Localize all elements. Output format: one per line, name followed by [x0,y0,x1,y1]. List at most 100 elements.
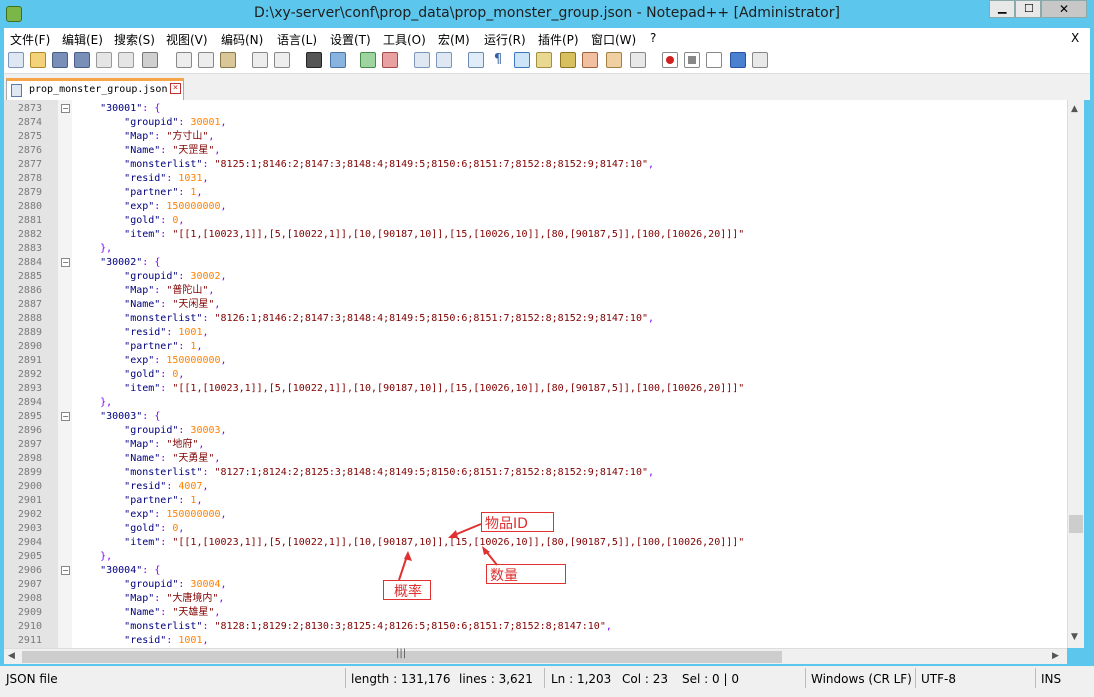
sync-horizontal-icon[interactable] [436,52,452,68]
code-line[interactable]: "resid": 1031, [76,172,208,186]
vertical-scroll-thumb[interactable] [1069,515,1083,533]
code-line[interactable]: "monsterlist": "8126:1;8146:2;8147:3;814… [76,312,654,326]
scroll-right-arrow[interactable]: ▶ [1052,651,1059,661]
minimize-button[interactable]: ▁ [989,0,1015,18]
run-macro-multiple-icon[interactable] [730,52,746,68]
scroll-up-arrow[interactable]: ▲ [1071,104,1078,114]
code-line[interactable]: "item": "[[1,[10023,1]],[5,[10022,1]],[1… [76,382,744,396]
code-line[interactable]: "groupid": 30003, [76,424,226,438]
code-line[interactable]: }, [76,242,112,256]
code-line[interactable]: "item": "[[1,[10023,1]],[5,[10022,1]],[1… [76,228,744,242]
menu-help[interactable]: ? [650,31,656,45]
paste-icon[interactable] [220,52,236,68]
code-line[interactable]: "groupid": 30002, [76,270,226,284]
code-line[interactable]: "Map": "大唐境内", [76,592,224,606]
code-line[interactable]: "Map": "方寸山", [76,130,214,144]
status-eol[interactable]: Windows (CR LF) [811,672,912,686]
find-icon[interactable] [306,52,322,68]
print-icon[interactable] [142,52,158,68]
indent-guide-icon[interactable] [514,52,530,68]
stop-macro-icon[interactable] [684,52,700,68]
doc-map-icon[interactable] [560,52,576,68]
code-line[interactable]: "item": "[[1,[10023,1]],[5,[10022,1]],[1… [76,536,744,550]
code-line[interactable]: "monsterlist": "8125:1;8146:2;8147:3;814… [76,158,654,172]
play-macro-icon[interactable] [706,52,722,68]
code-line[interactable]: "Name": "天闲星", [76,298,220,312]
code-line[interactable]: }, [76,550,112,564]
menu-plugins[interactable]: 插件(P) [538,31,579,48]
fold-collapse-icon[interactable]: − [61,104,70,113]
menu-macro[interactable]: 宏(M) [438,31,470,48]
copy-icon[interactable] [198,52,214,68]
save-all-icon[interactable] [74,52,90,68]
code-line[interactable]: "partner": 1, [76,186,202,200]
code-line[interactable]: "30004": { [76,564,160,578]
code-line[interactable]: "Map": "地府", [76,438,204,452]
code-line[interactable]: "gold": 0, [76,522,184,536]
code-line[interactable]: "30002": { [76,256,160,270]
maximize-button[interactable]: ☐ [1015,0,1041,18]
title-bar[interactable]: D:\xy-server\conf\prop_data\prop_monster… [0,0,1094,28]
close-all-icon[interactable] [118,52,134,68]
code-line[interactable]: "partner": 1, [76,494,202,508]
fold-collapse-icon[interactable]: − [61,258,70,267]
code-line[interactable]: "Name": "天勇星", [76,452,220,466]
code-line[interactable]: "Name": "天雄星", [76,606,220,620]
fold-collapse-icon[interactable]: − [61,412,70,421]
menu-view[interactable]: 视图(V) [166,31,208,48]
replace-icon[interactable] [330,52,346,68]
menu-edit[interactable]: 编辑(E) [62,31,103,48]
code-line[interactable]: "gold": 0, [76,368,184,382]
menu-encoding[interactable]: 编码(N) [221,31,263,48]
doc-close-button[interactable]: X [1071,31,1079,45]
zoom-in-icon[interactable] [360,52,376,68]
code-line[interactable]: "30003": { [76,410,160,424]
code-line[interactable]: "exp": 150000000, [76,200,226,214]
code-line[interactable]: "resid": 1001, [76,634,208,648]
code-line[interactable]: "monsterlist": "8127:1;8124:2;8125:3;814… [76,466,654,480]
cut-icon[interactable] [176,52,192,68]
menu-file[interactable]: 文件(F) [10,31,50,48]
save-icon[interactable] [52,52,68,68]
code-line[interactable]: "partner": 1, [76,340,202,354]
sync-vertical-icon[interactable] [414,52,430,68]
menu-tools[interactable]: 工具(O) [383,31,426,48]
scroll-down-arrow[interactable]: ▼ [1071,632,1078,642]
close-file-icon[interactable] [96,52,112,68]
function-list-icon[interactable] [582,52,598,68]
horizontal-scrollbar[interactable]: ◀ ||| ▶ [4,648,1067,664]
close-button[interactable]: ✕ [1041,0,1087,18]
scroll-left-arrow[interactable]: ◀ [8,651,15,661]
status-encoding[interactable]: UTF-8 [921,672,956,686]
code-line[interactable]: "Name": "天罡星", [76,144,220,158]
fold-collapse-icon[interactable]: − [61,566,70,575]
code-line[interactable]: "resid": 4007, [76,480,208,494]
code-line[interactable]: "groupid": 30004, [76,578,226,592]
folder-workspace-icon[interactable] [606,52,622,68]
menu-search[interactable]: 搜索(S) [114,31,155,48]
new-file-icon[interactable] [8,52,24,68]
vertical-scrollbar[interactable]: ▲ ▼ [1067,100,1084,648]
code-line[interactable]: "resid": 1001, [76,326,208,340]
code-line[interactable]: "Map": "普陀山", [76,284,214,298]
code-line[interactable]: "gold": 0, [76,214,184,228]
monitoring-icon[interactable] [630,52,646,68]
code-line[interactable]: "exp": 150000000, [76,508,226,522]
open-file-icon[interactable] [30,52,46,68]
save-macro-icon[interactable] [752,52,768,68]
menu-settings[interactable]: 设置(T) [330,31,371,48]
menu-language[interactable]: 语言(L) [277,31,317,48]
code-line[interactable]: "exp": 150000000, [76,354,226,368]
menu-window[interactable]: 窗口(W) [591,31,636,48]
code-line[interactable]: "groupid": 30001, [76,116,226,130]
horizontal-scroll-thumb[interactable]: ||| [22,648,782,663]
user-language-icon[interactable] [536,52,552,68]
zoom-out-icon[interactable] [382,52,398,68]
menu-run[interactable]: 运行(R) [484,31,526,48]
record-macro-icon[interactable] [662,52,678,68]
code-line[interactable]: }, [76,396,112,410]
tab-prop-monster-group[interactable]: prop_monster_group.json × [6,78,184,100]
tab-close-icon[interactable]: × [170,83,181,94]
undo-icon[interactable] [252,52,268,68]
code-line[interactable]: "30001": { [76,102,160,116]
